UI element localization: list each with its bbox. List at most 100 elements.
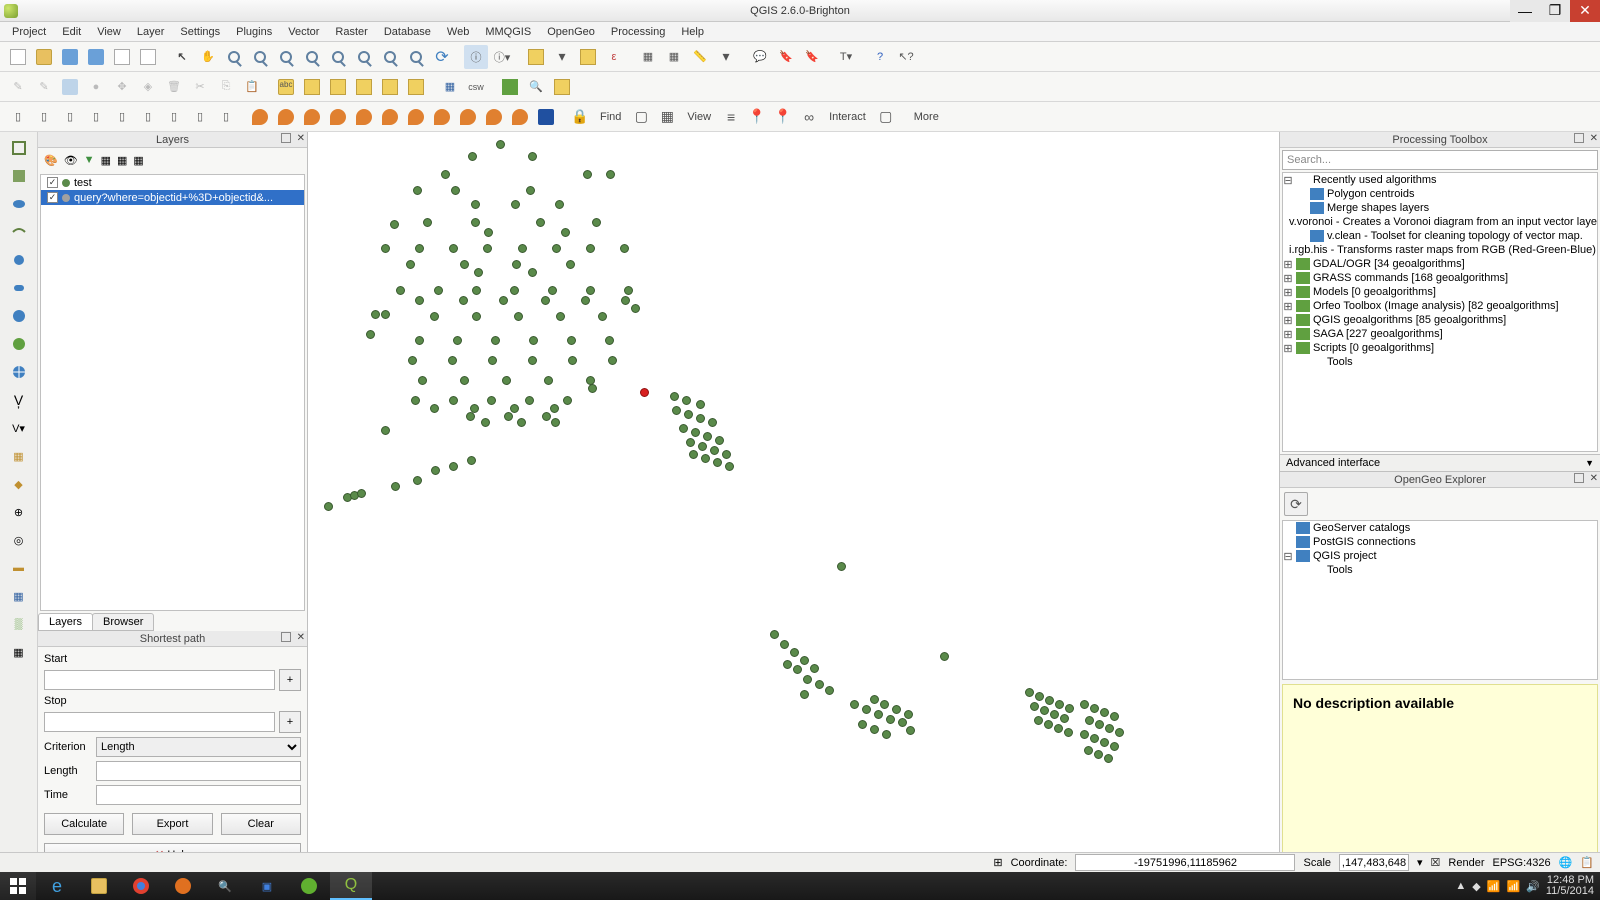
select-rect-button[interactable]	[524, 45, 548, 69]
interact-tool[interactable]: ▢	[874, 105, 898, 129]
menu-processing[interactable]: Processing	[603, 24, 673, 40]
tree-row[interactable]: Merge shapes layers	[1283, 201, 1597, 215]
menu-help[interactable]: Help	[673, 24, 712, 40]
detach-icon[interactable]	[281, 133, 291, 143]
raster-calc-icon[interactable]: ▒	[7, 612, 31, 636]
menu-plugins[interactable]: Plugins	[228, 24, 280, 40]
close-icon[interactable]: ✕	[297, 632, 305, 643]
heat-btn3[interactable]	[300, 105, 324, 129]
advanced-interface[interactable]: Advanced interface▼	[1280, 454, 1600, 472]
close-icon[interactable]: ✕	[1590, 473, 1598, 484]
save-edits-button[interactable]	[58, 75, 82, 99]
export-button[interactable]: Export	[132, 813, 212, 835]
label-tool3[interactable]	[326, 75, 350, 99]
paste-button[interactable]: 📋	[240, 75, 264, 99]
bookmark-new-button[interactable]: 🔖	[774, 45, 798, 69]
plugin-btn4[interactable]: ▯	[84, 105, 108, 129]
zoom-in-button[interactable]	[222, 45, 246, 69]
menu-mmqgis[interactable]: MMQGIS	[477, 24, 539, 40]
tree-row[interactable]: v.voronoi - Creates a Voronoi diagram fr…	[1283, 215, 1597, 229]
minimize-button[interactable]: —	[1510, 0, 1540, 22]
time-input[interactable]	[96, 785, 301, 805]
tab-layers[interactable]: Layers	[38, 613, 93, 631]
add-vector-icon[interactable]	[7, 136, 31, 160]
stop-pick-button[interactable]: +	[279, 711, 301, 733]
clock[interactable]: 12:48 PM11/5/2014	[1546, 875, 1594, 897]
tree-row[interactable]: v.clean - Toolset for cleaning topology …	[1283, 229, 1597, 243]
field-calc-button[interactable]: ▦	[662, 45, 686, 69]
expr-select-button[interactable]: ε	[602, 45, 626, 69]
scale-input[interactable]	[1339, 854, 1409, 871]
layers-tree[interactable]: ✓test✓query?where=objectid+%3D+objectid&…	[40, 174, 305, 611]
view-tool3[interactable]: 📍	[771, 105, 795, 129]
node-tool-button[interactable]: ◈	[136, 75, 160, 99]
crs-label[interactable]: EPSG:4326	[1493, 857, 1551, 869]
metasearch-button[interactable]: 🔍	[524, 75, 548, 99]
plugin-btn8[interactable]: ▯	[188, 105, 212, 129]
heat-btn9[interactable]	[456, 105, 480, 129]
detach-icon[interactable]	[1574, 133, 1584, 143]
expand-icon[interactable]: ▦	[101, 154, 111, 167]
close-button[interactable]: ✕	[1570, 0, 1600, 22]
find-label[interactable]: Find	[594, 111, 627, 123]
bookmark-button[interactable]: 💬	[748, 45, 772, 69]
menu-opengeo[interactable]: OpenGeo	[539, 24, 603, 40]
measure-button[interactable]: 📏	[688, 45, 712, 69]
tree-row[interactable]: ⊟QGIS project	[1283, 549, 1597, 563]
attr-table-button[interactable]: ▦	[636, 45, 660, 69]
view-tool1[interactable]: ≡	[719, 105, 743, 129]
new-shape-icon[interactable]: V▾	[7, 416, 31, 440]
plugin-btn1[interactable]: ▯	[6, 105, 30, 129]
close-icon[interactable]: ✕	[297, 133, 305, 144]
tray-icon[interactable]: 📶	[1506, 880, 1520, 893]
menu-edit[interactable]: Edit	[54, 24, 89, 40]
zoom-layer-button[interactable]	[352, 45, 376, 69]
tree-row[interactable]: ⊞GDAL/OGR [34 geoalgorithms]	[1283, 257, 1597, 271]
tree-row[interactable]: Polygon centroids	[1283, 187, 1597, 201]
refresh-icon[interactable]: ⟳	[1284, 492, 1308, 516]
toggle-extents-icon[interactable]: ⊞	[993, 856, 1002, 869]
heat-btn1[interactable]	[248, 105, 272, 129]
log-icon[interactable]: 📋	[1580, 856, 1594, 869]
add-mssql-icon[interactable]	[7, 248, 31, 272]
collapse-icon[interactable]: ▦	[117, 154, 127, 167]
style-icon[interactable]: 🎨	[44, 154, 58, 167]
heat-btn7[interactable]	[404, 105, 428, 129]
menu-raster[interactable]: Raster	[327, 24, 375, 40]
task-utorrent[interactable]	[288, 872, 330, 900]
new-project-button[interactable]	[6, 45, 30, 69]
edit-button[interactable]: ✎	[6, 75, 30, 99]
cut-button[interactable]: ✂	[188, 75, 212, 99]
tree-row[interactable]: GeoServer catalogs	[1283, 521, 1597, 535]
edit-tool-button[interactable]	[550, 75, 574, 99]
map-canvas[interactable]	[308, 132, 1280, 872]
calculate-button[interactable]: Calculate	[44, 813, 124, 835]
tree-row[interactable]: ⊞Scripts [0 geoalgorithms]	[1283, 341, 1597, 355]
heat-btn6[interactable]	[378, 105, 402, 129]
menu-layer[interactable]: Layer	[129, 24, 173, 40]
deselect-button[interactable]	[576, 45, 600, 69]
identify-button[interactable]: ⓘ	[464, 45, 488, 69]
scale-icon[interactable]: ▬	[7, 556, 31, 580]
menu-project[interactable]: Project	[4, 24, 54, 40]
tree-row[interactable]: ⊟Recently used algorithms	[1283, 173, 1597, 187]
new-composer-button[interactable]	[110, 45, 134, 69]
tree-row[interactable]: Tools	[1283, 355, 1597, 369]
coord-icon[interactable]: ◎	[7, 528, 31, 552]
crs-icon[interactable]: 🌐	[1559, 856, 1573, 869]
add-spatialite-icon[interactable]	[7, 220, 31, 244]
tree-row[interactable]: Tools	[1283, 563, 1597, 577]
menu-database[interactable]: Database	[376, 24, 439, 40]
lock-icon[interactable]: 🔒	[568, 105, 592, 129]
view-tool4[interactable]: ∞	[797, 105, 821, 129]
view-label[interactable]: View	[681, 111, 717, 123]
opengeo-button[interactable]	[498, 75, 522, 99]
tree-row[interactable]: ⊞Models [0 geoalgorithms]	[1283, 285, 1597, 299]
add-delimited-icon[interactable]: V̦	[7, 388, 31, 412]
heat-btn8[interactable]	[430, 105, 454, 129]
label-tool6[interactable]	[404, 75, 428, 99]
mssql-button[interactable]: ▦	[438, 75, 462, 99]
virtual-icon[interactable]: ◆	[7, 472, 31, 496]
add-postgis-icon[interactable]	[7, 192, 31, 216]
zoom-last-button[interactable]	[378, 45, 402, 69]
